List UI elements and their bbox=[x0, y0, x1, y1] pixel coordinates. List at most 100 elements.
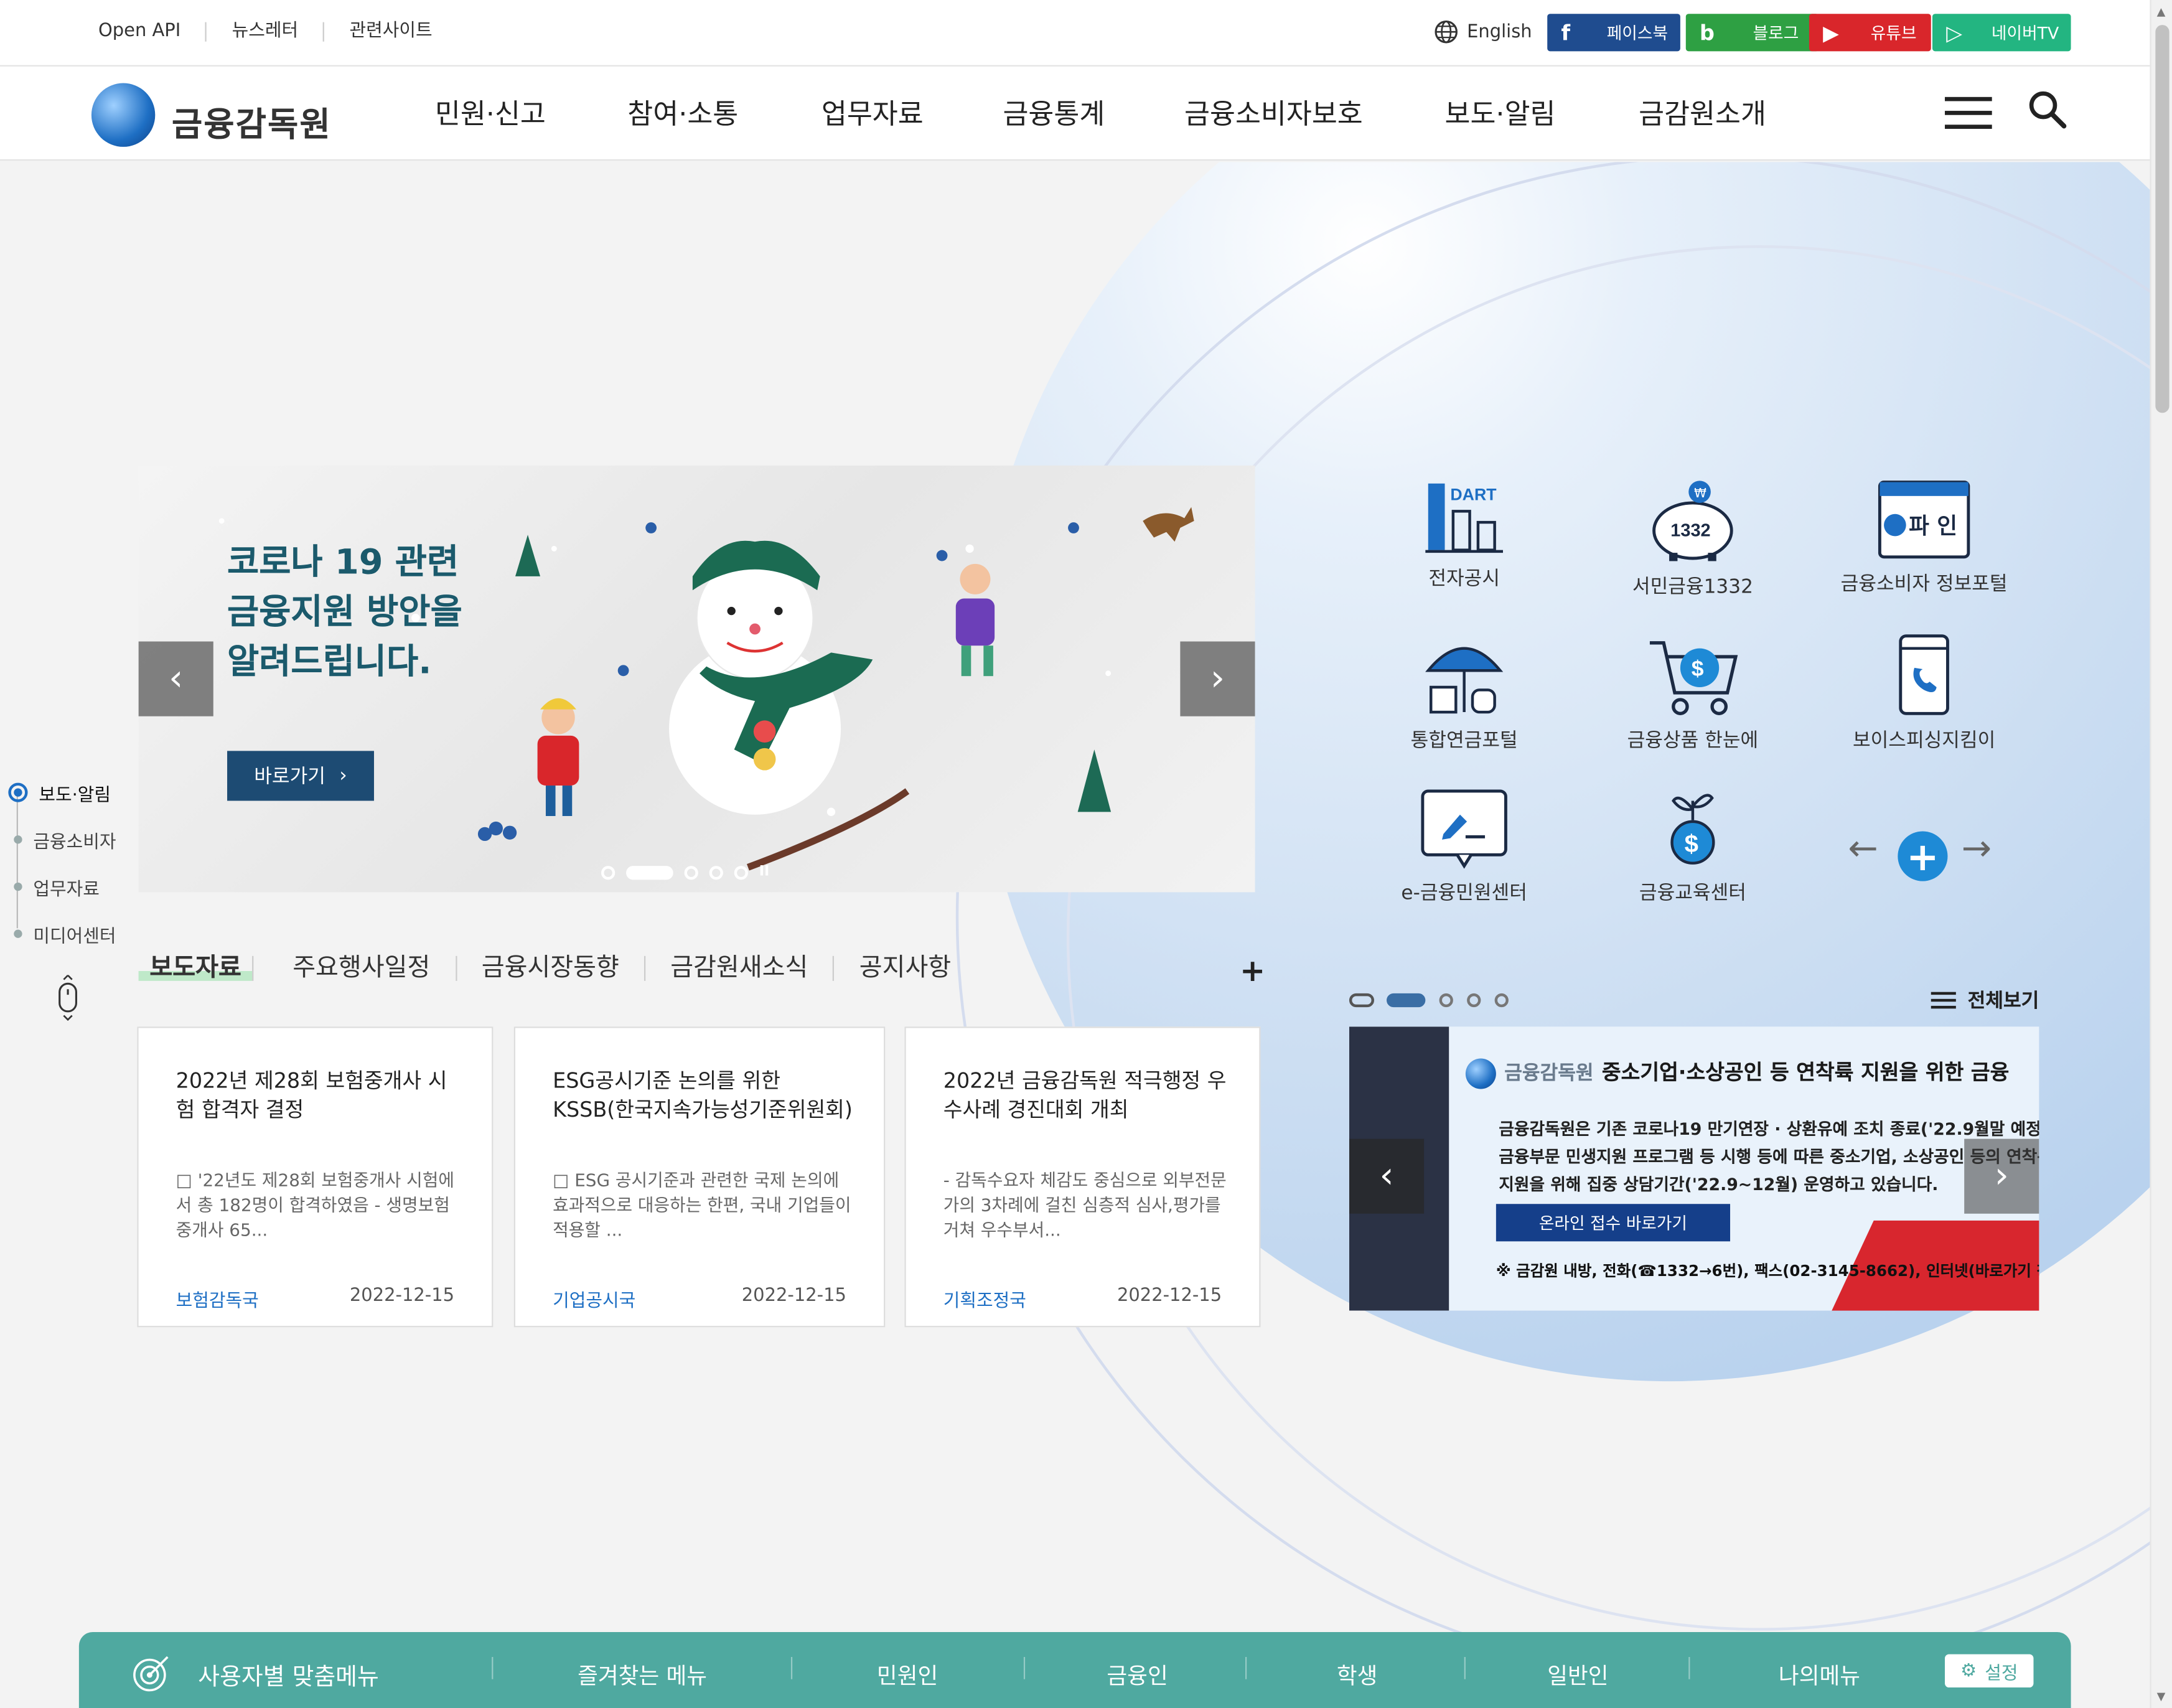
news-card[interactable]: 2022년 금융감독원 적극행정 우수사례 경진대회 개최 - 감독수요자 체감… bbox=[904, 1026, 1261, 1328]
slider-dot[interactable] bbox=[684, 865, 698, 880]
banner-dot[interactable] bbox=[1467, 993, 1481, 1008]
user-menu-student[interactable]: 학생 bbox=[1337, 1657, 1378, 1690]
dart-icon: DART bbox=[1425, 483, 1503, 553]
scrollbar-thumb[interactable] bbox=[2155, 25, 2170, 413]
side-nav-media[interactable]: 미디어센터 bbox=[8, 910, 116, 957]
view-all-label: 전체보기 bbox=[1967, 990, 2039, 1013]
user-menu-finance[interactable]: 금융인 bbox=[1107, 1657, 1168, 1690]
banner-prev-button[interactable]: ‹ bbox=[1349, 1138, 1425, 1214]
user-menu-general[interactable]: 일반인 bbox=[1547, 1657, 1608, 1690]
youtube-icon: ▶ bbox=[1823, 20, 1839, 45]
blog-button[interactable]: b 블로그 bbox=[1685, 14, 1819, 52]
view-all-button[interactable]: 전체보기 bbox=[1931, 987, 2039, 1015]
hamburger-menu-icon[interactable] bbox=[1945, 96, 1992, 130]
tab-events[interactable]: 주요행사일정 bbox=[268, 955, 457, 981]
quick-dart[interactable]: DART 전자공시 bbox=[1360, 478, 1568, 592]
navertv-button[interactable]: ▷ 네이버TV bbox=[1932, 14, 2071, 52]
quick-fine[interactable]: 파 인 금융소비자 정보포털 bbox=[1820, 478, 2028, 597]
slider-dot[interactable] bbox=[709, 865, 723, 880]
quick-more-plus-icon[interactable]: + bbox=[1898, 831, 1948, 881]
scroll-down-icon[interactable]: ▼ bbox=[2157, 1690, 2166, 1702]
menu-civil[interactable]: 민원·신고 bbox=[435, 92, 546, 132]
settings-button[interactable]: ⚙ 설정 bbox=[1945, 1654, 2034, 1688]
svg-text:DART: DART bbox=[1450, 486, 1497, 504]
promo-banner[interactable]: 금융감독원 중소기업·소상공인 등 연착륙 지원을 위한 금융 금융감독원은 기존… bbox=[1349, 1026, 2039, 1311]
menu-consumer-protection[interactable]: 금융소비자보호 bbox=[1184, 92, 1363, 132]
language-link[interactable]: English bbox=[1434, 19, 1532, 44]
slider-go-button[interactable]: 바로가기 › bbox=[227, 751, 374, 801]
gear-icon: ⚙ bbox=[1960, 1660, 1977, 1682]
menu-participation[interactable]: 참여·소통 bbox=[627, 92, 738, 132]
chevron-left-icon: ‹ bbox=[1379, 1155, 1394, 1198]
banner-dot[interactable] bbox=[1439, 993, 1453, 1008]
quick-e-complaint[interactable]: e-금융민원센터 bbox=[1360, 787, 1568, 906]
side-nav-press[interactable]: 보도·알림 bbox=[8, 769, 116, 816]
facebook-button[interactable]: f 페이스북 bbox=[1547, 14, 1680, 52]
open-api-link[interactable]: Open API bbox=[98, 21, 207, 42]
slider-next-button[interactable]: › bbox=[1180, 641, 1255, 716]
side-nav-label: 업무자료 bbox=[33, 879, 100, 900]
card-department: 기획조정국 bbox=[943, 1291, 1026, 1312]
menu-business-data[interactable]: 업무자료 bbox=[822, 92, 924, 132]
menu-press[interactable]: 보도·알림 bbox=[1445, 92, 1556, 132]
news-card[interactable]: ESG공시기준 논의를 위한 KSSB(한국지속가능성기준위원회) □ ESG … bbox=[513, 1026, 886, 1328]
menu-statistics[interactable]: 금융통계 bbox=[1003, 92, 1105, 132]
slider-dot[interactable] bbox=[601, 865, 616, 880]
quick-products[interactable]: $ 금융상품 한눈에 bbox=[1589, 632, 1797, 754]
main-slider: 코로나 19 관련 금융지원 방안을 알려드립니다. 바로가기 › ‹ › II bbox=[138, 465, 1255, 893]
slider-dot-active[interactable] bbox=[626, 865, 673, 880]
side-nav-business[interactable]: 업무자료 bbox=[8, 863, 116, 911]
side-nav-label: 보도·알림 bbox=[39, 784, 111, 806]
hero-background bbox=[0, 162, 2150, 1708]
youtube-button[interactable]: ▶ 유튜브 bbox=[1809, 14, 1931, 52]
quick-pension[interactable]: 통합연금포털 bbox=[1360, 632, 1568, 754]
quick-1332[interactable]: ₩1332 서민금융1332 bbox=[1589, 478, 1797, 600]
user-menu-my[interactable]: 나의메뉴 bbox=[1779, 1657, 1860, 1690]
banner-dot[interactable] bbox=[1494, 993, 1509, 1008]
banner-dot-active[interactable] bbox=[1387, 993, 1426, 1008]
quick-next-arrow-icon[interactable]: → bbox=[1962, 828, 1992, 870]
card-department: 기업공시국 bbox=[553, 1291, 636, 1312]
language-label: English bbox=[1467, 21, 1532, 42]
utility-bar: Open API 뉴스레터 관련사이트 English f 페이스북 b 블로그 ▶… bbox=[0, 0, 2150, 67]
slider-prev-button[interactable]: ‹ bbox=[138, 641, 213, 716]
banner-body: 금융감독원은 기존 코로나19 만기연장 · 상환유예 조치 종료('22.9월… bbox=[1499, 1119, 2039, 1194]
user-menu-favorites[interactable]: 즐겨찾는 메뉴 bbox=[578, 1657, 707, 1690]
user-menu-civil[interactable]: 민원인 bbox=[877, 1657, 938, 1690]
navertv-icon: ▷ bbox=[1946, 20, 1962, 45]
tab-news[interactable]: 금감원새소식 bbox=[645, 955, 835, 981]
related-sites-link[interactable]: 관련사이트 bbox=[349, 21, 457, 42]
banner-dot[interactable] bbox=[1349, 993, 1374, 1008]
search-icon[interactable] bbox=[2028, 90, 2067, 129]
quick-voice-phishing[interactable]: 보이스피싱지킴이 bbox=[1820, 632, 2028, 754]
menu-about[interactable]: 금감원소개 bbox=[1639, 92, 1766, 132]
quick-prev-arrow-icon[interactable]: ← bbox=[1848, 828, 1878, 870]
fine-portal-icon: 파 인 bbox=[1878, 481, 1970, 559]
tab-market[interactable]: 금융시장동향 bbox=[457, 955, 646, 981]
banner-online-button[interactable]: 온라인 접수 바로가기 bbox=[1496, 1204, 1731, 1242]
site-logo[interactable]: 금융감독원 bbox=[91, 83, 332, 147]
slider-dot[interactable] bbox=[734, 865, 748, 880]
card-department: 보험감독국 bbox=[176, 1291, 259, 1312]
tab-press-release[interactable]: 보도자료 bbox=[138, 955, 254, 981]
settings-label: 설정 bbox=[1985, 1663, 2018, 1684]
svg-text:1332: 1332 bbox=[1670, 520, 1710, 540]
chevron-right-icon: › bbox=[339, 764, 347, 787]
news-card[interactable]: 2022년 제28회 보험중개사 시험 합격자 결정 □ '22년도 제28회 … bbox=[137, 1026, 494, 1328]
page-scrollbar[interactable]: ▲ ▼ bbox=[2150, 0, 2172, 1708]
navertv-label: 네이버TV bbox=[1991, 23, 2059, 43]
quick-label: 금융상품 한눈에 bbox=[1627, 730, 1759, 753]
pause-icon[interactable]: II bbox=[759, 865, 770, 880]
quick-education[interactable]: $ 금융교육센터 bbox=[1589, 787, 1797, 906]
svg-text:파 인: 파 인 bbox=[1909, 514, 1957, 539]
side-nav-label: 금융소비자 bbox=[33, 832, 116, 853]
bullet-icon bbox=[14, 882, 22, 891]
newsletter-link[interactable]: 뉴스레터 bbox=[232, 21, 325, 42]
banner-next-button[interactable]: › bbox=[1964, 1138, 2039, 1214]
banner-logo-text: 금융감독원 bbox=[1504, 1063, 1594, 1085]
more-plus-icon[interactable]: + bbox=[1240, 955, 1265, 990]
side-nav-consumer[interactable]: 금융소비자 bbox=[8, 816, 116, 863]
scroll-up-icon[interactable]: ▲ bbox=[2157, 6, 2166, 18]
blog-label: 블로그 bbox=[1753, 23, 1799, 43]
tab-notice[interactable]: 공지사항 bbox=[835, 955, 976, 981]
